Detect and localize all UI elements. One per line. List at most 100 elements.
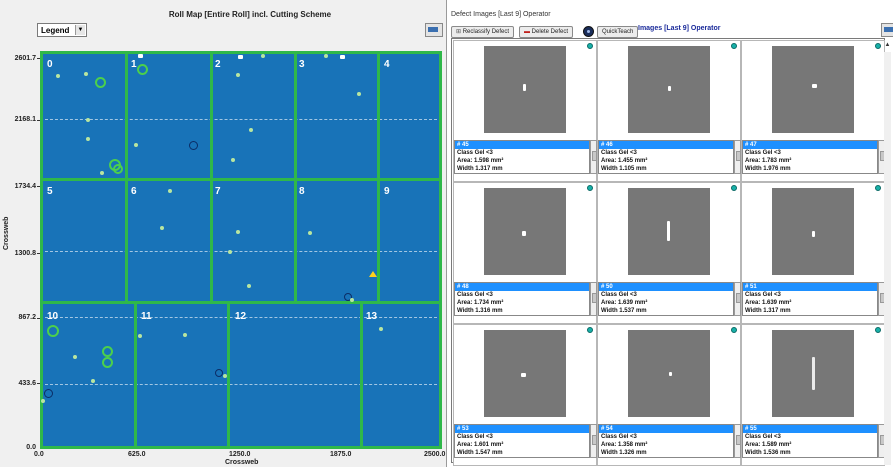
defect-thumbnail[interactable] <box>772 330 854 417</box>
defect-card[interactable]: # 54 Class Gel <3 Area: 1.358 mm² Width … <box>597 324 741 466</box>
lane-cell[interactable] <box>294 178 380 304</box>
lane-cell[interactable] <box>40 178 128 304</box>
defect-card[interactable]: # 53 Class Gel <3 Area: 1.601 mm² Width … <box>453 324 597 466</box>
roll-map-canvas[interactable]: 0 1 2 3 4 5 6 7 8 9 10 11 12 13 <box>40 51 442 449</box>
defect-marker[interactable] <box>86 137 90 141</box>
reclassify-defect-button[interactable]: ⊞ Reclassify Defect <box>451 26 515 38</box>
defect-marker[interactable] <box>95 77 106 88</box>
defect-image-grid: # 45 Class Gel <3 Area: 1.598 mm² Width … <box>451 38 885 466</box>
defect-width: Width 1.536 mm <box>745 450 791 456</box>
lane-label: 2 <box>215 59 221 70</box>
defect-marker[interactable] <box>350 298 354 302</box>
gallery-scrollbar[interactable] <box>884 52 891 465</box>
defect-marker[interactable] <box>228 250 232 254</box>
defect-marker[interactable] <box>138 54 143 58</box>
defect-marker[interactable] <box>340 55 345 59</box>
defect-marker[interactable] <box>236 73 240 77</box>
defect-marker[interactable] <box>247 284 251 288</box>
defect-card[interactable]: # 45 Class Gel <3 Area: 1.598 mm² Width … <box>453 40 597 182</box>
lane-cell[interactable] <box>125 178 213 304</box>
defect-marker[interactable] <box>308 231 312 235</box>
defect-thumbnail[interactable] <box>484 188 566 275</box>
defect-marker[interactable] <box>324 54 328 58</box>
defect-thumbnail[interactable] <box>772 188 854 275</box>
defect-marker[interactable] <box>41 399 45 403</box>
legend-dropdown[interactable]: Legend ▼ <box>37 23 87 37</box>
lane-label: 12 <box>235 311 247 322</box>
defect-marker[interactable] <box>160 226 164 230</box>
lane-cell[interactable] <box>294 51 380 181</box>
defect-area: Area: 1.639 mm² <box>601 300 648 306</box>
defect-marker[interactable] <box>137 64 148 75</box>
lane-cell[interactable] <box>210 51 297 181</box>
quickteach-button[interactable]: QuickTeach <box>597 26 639 38</box>
roll-map-panel: Legend ▼ Roll Map [Entire Roll] incl. Cu… <box>0 0 447 467</box>
warning-marker-icon[interactable] <box>369 271 377 277</box>
defect-marker[interactable] <box>73 355 77 359</box>
defect-marker[interactable] <box>236 230 240 234</box>
info-scrollbar[interactable] <box>734 140 741 174</box>
lane-cell[interactable] <box>360 301 442 449</box>
defect-marker[interactable] <box>231 158 235 162</box>
defect-marker[interactable] <box>102 346 113 357</box>
defect-thumbnail[interactable] <box>772 46 854 133</box>
defect-thumbnail[interactable] <box>628 330 710 417</box>
defect-marker[interactable] <box>47 325 59 337</box>
defect-class: Class Gel <3 <box>601 150 637 156</box>
defect-marker[interactable] <box>44 389 53 398</box>
chevron-down-icon[interactable]: ▼ <box>75 25 85 35</box>
info-scrollbar[interactable] <box>590 140 597 174</box>
toolbar-toggle-icon[interactable] <box>425 23 443 37</box>
defect-marker[interactable] <box>357 92 361 96</box>
defect-marker[interactable] <box>113 164 123 174</box>
defect-marker[interactable] <box>183 333 187 337</box>
defect-marker[interactable] <box>168 189 172 193</box>
info-scrollbar[interactable] <box>590 424 597 458</box>
delete-defect-button[interactable]: ▬ Delete Defect <box>519 26 574 38</box>
defect-card[interactable]: # 48 Class Gel <3 Area: 1.734 mm² Width … <box>453 182 597 324</box>
defect-marker[interactable] <box>102 357 113 368</box>
toolbar-toggle-icon[interactable] <box>881 23 893 37</box>
defect-marker[interactable] <box>134 143 138 147</box>
lane-cell[interactable] <box>227 301 363 449</box>
defect-thumbnail[interactable] <box>628 46 710 133</box>
defect-thumbnail[interactable] <box>484 330 566 417</box>
defect-card[interactable]: # 47 Class Gel <3 Area: 1.783 mm² Width … <box>741 40 885 182</box>
defect-marker[interactable] <box>91 379 95 383</box>
info-scrollbar[interactable] <box>734 424 741 458</box>
defect-card[interactable]: # 55 Class Gel <3 Area: 1.589 mm² Width … <box>741 324 885 466</box>
defect-info: # 54 Class Gel <3 Area: 1.358 mm² Width … <box>598 424 734 458</box>
x-tick: 625.0 <box>128 451 146 458</box>
defect-info: # 50 Class Gel <3 Area: 1.639 mm² Width … <box>598 282 734 316</box>
defect-thumbnail[interactable] <box>628 188 710 275</box>
lane-cell[interactable] <box>40 301 137 449</box>
defect-card[interactable]: # 50 Class Gel <3 Area: 1.639 mm² Width … <box>597 182 741 324</box>
defect-marker[interactable] <box>238 55 243 59</box>
defect-marker[interactable] <box>223 374 227 378</box>
defect-marker[interactable] <box>86 118 90 122</box>
info-scrollbar[interactable] <box>590 282 597 316</box>
defect-class: Class Gel <3 <box>601 292 637 298</box>
lane-label: 13 <box>366 311 378 322</box>
x-tick: 1875.0 <box>330 451 352 458</box>
lane-label: 4 <box>384 59 390 70</box>
scroll-up-icon[interactable]: ▲ <box>884 40 891 50</box>
defect-card[interactable]: # 51 Class Gel <3 Area: 1.639 mm² Width … <box>741 182 885 324</box>
y-tick: 433.6 <box>18 380 36 387</box>
defect-card[interactable]: # 46 Class Gel <3 Area: 1.455 mm² Width … <box>597 40 741 182</box>
defect-marker[interactable] <box>249 128 253 132</box>
quickteach-icon[interactable] <box>583 26 594 37</box>
defect-marker[interactable] <box>84 72 88 76</box>
defect-thumbnail[interactable] <box>484 46 566 133</box>
defect-id: # 53 <box>455 425 589 433</box>
lane-cell[interactable] <box>377 51 442 181</box>
defect-marker[interactable] <box>138 334 142 338</box>
defect-marker[interactable] <box>261 54 265 58</box>
defect-marker[interactable] <box>189 141 198 150</box>
lane-cell[interactable] <box>210 178 297 304</box>
defect-marker[interactable] <box>56 74 60 78</box>
defect-marker[interactable] <box>379 327 383 331</box>
defect-marker[interactable] <box>215 369 223 377</box>
info-scrollbar[interactable] <box>734 282 741 316</box>
defect-marker[interactable] <box>100 171 104 175</box>
